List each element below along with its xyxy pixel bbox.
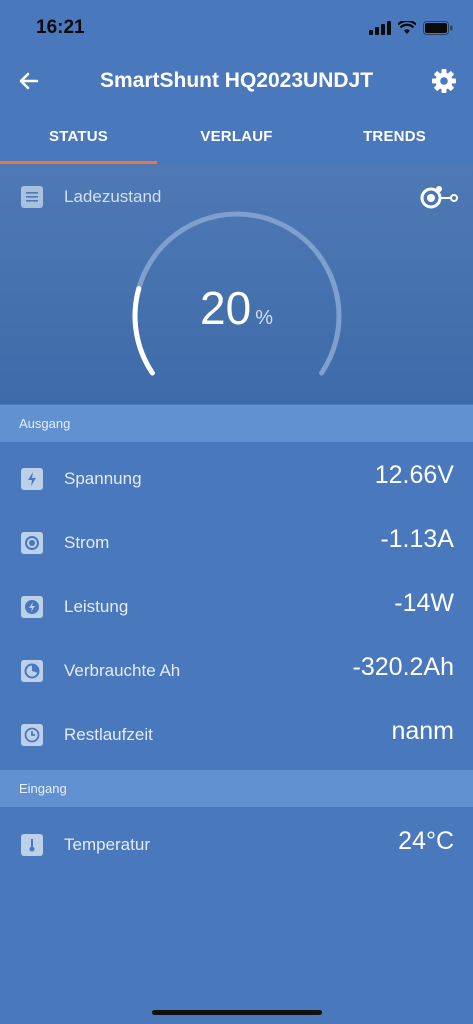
row-consumed-ah: Verbrauchte Ah -320.2Ah: [0, 639, 473, 703]
row-value: nanm: [391, 717, 454, 745]
section-header-output: Ausgang: [0, 405, 473, 442]
gauge-number: 20: [200, 282, 252, 334]
row-value: -14W: [394, 589, 454, 617]
row-label: Restlaufzeit: [64, 725, 153, 744]
status-time: 16:21: [36, 17, 85, 38]
tab-bar: STATUS VERLAUF TRENDS: [0, 110, 473, 164]
battery-bolt-icon: [21, 468, 43, 490]
status-icons: [369, 19, 453, 37]
gauge-unit: %: [255, 307, 273, 329]
current-icon: [21, 532, 43, 554]
row-label: Temperatur: [64, 835, 150, 854]
row-current: Strom -1.13A: [0, 511, 473, 575]
row-label: Strom: [64, 533, 110, 552]
section-header-input: Eingang: [0, 770, 473, 807]
row-value: -320.2Ah: [352, 653, 454, 681]
share-icon[interactable]: [419, 182, 459, 214]
battery-icon: [423, 21, 453, 35]
row-voltage: Spannung 12.66V: [0, 447, 473, 511]
row-power: Leistung -14W: [0, 575, 473, 639]
row-time-to-go: Restlaufzeit nanm: [0, 703, 473, 767]
list-icon: [21, 186, 43, 208]
wifi-icon: [398, 21, 416, 34]
tab-verlauf[interactable]: VERLAUF: [158, 110, 315, 164]
app-bar: SmartShunt HQ2023UNDJT: [0, 56, 473, 110]
clock-icon: [21, 724, 43, 746]
settings-button[interactable]: [429, 66, 459, 96]
row-temperature: Temperatur 24°C: [0, 813, 473, 877]
row-label: Leistung: [64, 597, 129, 616]
state-of-charge-panel: Ladezustand 20%: [0, 164, 473, 404]
row-label: Spannung: [64, 469, 142, 488]
signal-icon: [369, 21, 391, 35]
row-value: -1.13A: [380, 525, 454, 553]
tab-trends[interactable]: TRENDS: [316, 110, 473, 164]
gear-icon: [432, 69, 456, 93]
power-icon: [21, 596, 43, 618]
row-label: Verbrauchte Ah: [64, 661, 181, 680]
home-indicator[interactable]: [152, 1010, 322, 1015]
row-value: 12.66V: [374, 461, 454, 489]
consumed-icon: [21, 660, 43, 682]
tab-status[interactable]: STATUS: [0, 110, 157, 164]
page-title: SmartShunt HQ2023UNDJT: [99, 69, 374, 92]
row-value: 24°C: [398, 827, 454, 855]
status-bar: 16:21: [0, 0, 473, 56]
gauge-value: 20%: [0, 281, 473, 335]
thermometer-icon: [21, 834, 43, 856]
